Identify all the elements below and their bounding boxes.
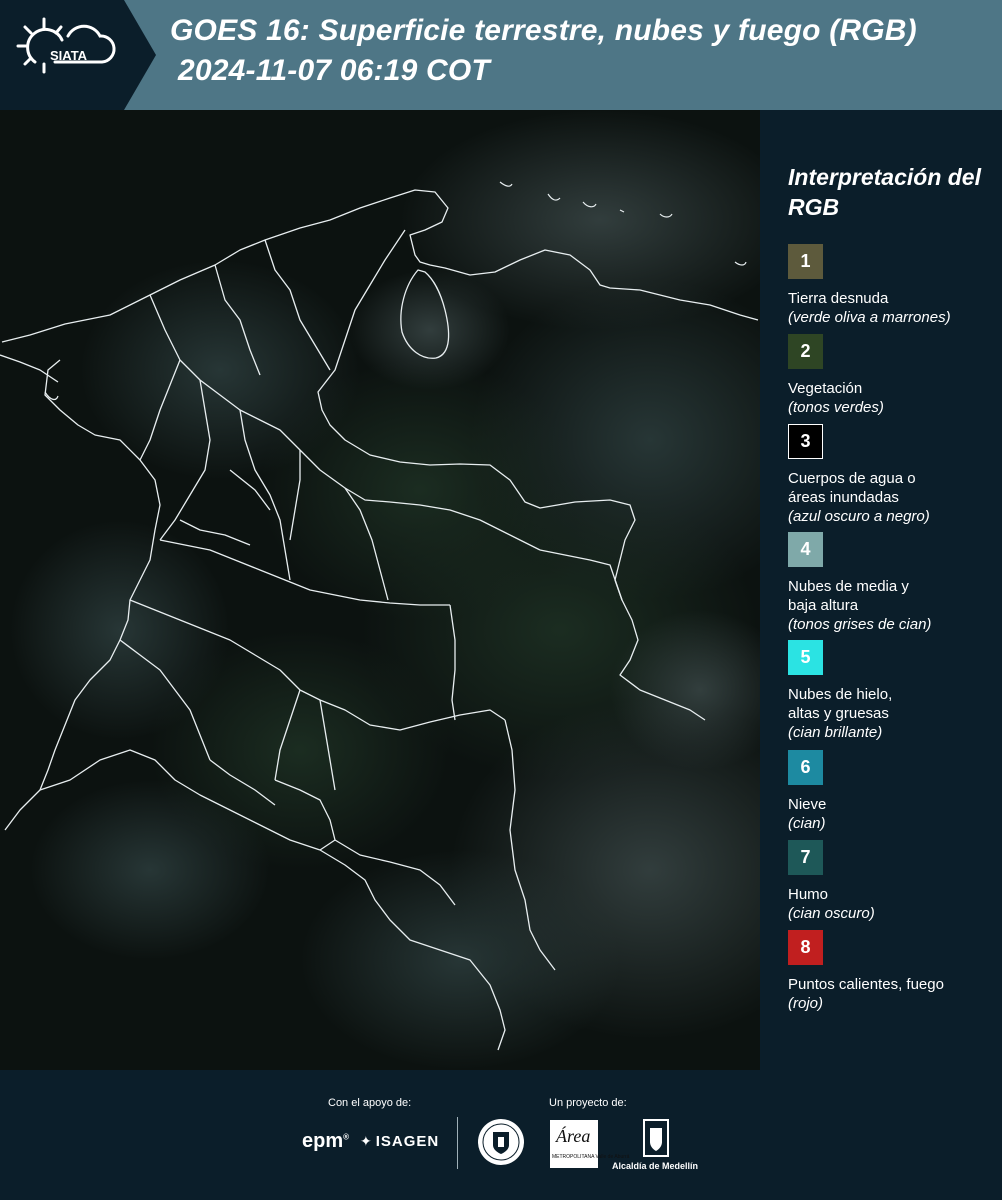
legend-label: Humo [788,886,829,903]
legend-swatch: 7 [788,840,823,875]
legend-label: Vegetación [788,380,863,397]
legend-item-2: 2 Vegetación (tonos verdes) [788,334,1000,417]
legend-swatch: 1 [788,244,823,279]
legend-item-6: 6 Nieve (cian) [788,750,1000,833]
legend-swatch: 3 [788,424,823,459]
legend-label: Puntos calientes, fuego [788,976,944,993]
legend-title: Interpretación del RGB [788,164,981,220]
page-title: GOES 16: Superficie terrestre, nubes y f… [170,14,917,47]
isagen-logo-text: ISAGEN [375,1133,440,1150]
satellite-map[interactable] [0,110,760,1070]
footer: Con el apoyo de: Un proyecto de: epm® ✦ I… [0,1070,1002,1200]
legend-label: Cuerpos de agua o áreas inundadas [788,470,916,506]
legend-swatch: 6 [788,750,823,785]
legend-item-7: 7 Humo (cian oscuro) [788,840,1000,923]
timestamp-title: 2024-11-07 06:19 COT [178,54,490,87]
epm-logo[interactable]: epm® [302,1130,349,1153]
legend-swatch: 4 [788,532,823,567]
legend-item-5: 5 Nubes de hielo, altas y gruesas (cian … [788,640,1000,742]
legend-sub: (tonos verdes) [788,399,884,416]
rgb-legend: Interpretación del RGB 1 Tierra desnuda … [760,110,1002,1070]
epm-logo-text: epm [302,1130,344,1152]
medellin-shield-icon [643,1119,669,1157]
legend-sub: (verde oliva a marrones) [788,309,951,326]
siata-logo-text: SIATA [50,48,88,63]
legend-label: Nubes de hielo, altas y gruesas [788,686,893,722]
area-metropolitana-logo[interactable]: Área METROPOLITANA Valle de Aburrá [550,1120,629,1168]
siata-logo[interactable]: SIATA [0,0,160,110]
antioquia-seal-icon[interactable] [476,1117,526,1172]
isagen-logo[interactable]: ✦ ISAGEN [360,1133,439,1150]
support-heading: Con el apoyo de: [328,1097,412,1109]
legend-sub: (cian) [788,815,826,832]
legend-swatch: 8 [788,930,823,965]
legend-sub: (tonos grises de cian) [788,616,932,633]
legend-sub: (azul oscuro a negro) [788,508,930,525]
footer-divider [457,1117,458,1169]
project-heading: Un proyecto de: [549,1097,627,1109]
legend-sub: (rojo) [788,995,824,1012]
legend-item-3: 3 Cuerpos de agua o áreas inundadas (azu… [788,424,1000,526]
alcaldia-medellin-logo[interactable]: Alcaldía de Medellín [612,1118,702,1174]
legend-sub: (cian oscuro) [788,905,875,922]
legend-label: Nubes de media y baja altura [788,578,909,614]
legend-swatch: 2 [788,334,823,369]
isagen-mark-icon: ✦ [360,1133,373,1149]
legend-label: Nieve [788,796,827,813]
header-banner: SIATA GOES 16: Superficie terrestre, nub… [0,0,1002,110]
legend-item-8: 8 Puntos calientes, fuego (rojo) [788,930,1000,1013]
legend-swatch: 5 [788,640,823,675]
legend-item-1: 1 Tierra desnuda (verde oliva a marrones… [788,244,1000,327]
legend-label: Tierra desnuda [788,290,889,307]
medellin-logo-text: Alcaldía de Medellín [612,1161,699,1171]
area-logo-word: Área [556,1126,591,1146]
legend-sub: (cian brillante) [788,724,883,741]
legend-item-4: 4 Nubes de media y baja altura (tonos gr… [788,532,1000,634]
